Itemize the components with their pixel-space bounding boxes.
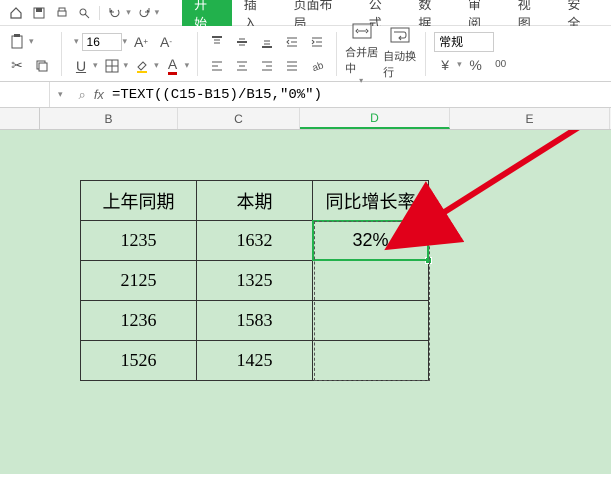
copy-icon[interactable] bbox=[31, 55, 53, 77]
selected-cell[interactable]: 32% bbox=[313, 221, 429, 261]
number-format-select[interactable] bbox=[434, 32, 494, 52]
cell[interactable] bbox=[313, 301, 429, 341]
align-center-icon[interactable] bbox=[231, 55, 253, 77]
select-all-corner[interactable] bbox=[0, 108, 40, 129]
underline-dropdown-icon[interactable]: ▾ bbox=[93, 60, 98, 71]
redo-icon[interactable] bbox=[134, 2, 154, 24]
wrap-icon bbox=[390, 27, 410, 48]
col-header-e[interactable]: E bbox=[450, 108, 610, 129]
border-dropdown-icon[interactable]: ▾ bbox=[124, 60, 129, 71]
cell[interactable] bbox=[313, 261, 429, 301]
ribbon-tabs: 开始 插入 页面布局 公式 数据 审阅 视图 安全 bbox=[162, 0, 605, 26]
header-cell[interactable]: 上年同期 bbox=[81, 181, 197, 221]
print-icon[interactable] bbox=[52, 2, 72, 24]
orientation-icon[interactable]: ab bbox=[306, 55, 328, 77]
separator bbox=[197, 32, 198, 76]
quick-access-toolbar: ▾ ▾ 开始 插入 页面布局 公式 数据 审阅 视图 安全 bbox=[0, 0, 611, 26]
separator bbox=[99, 6, 100, 20]
paste-dropdown-icon[interactable]: ▾ bbox=[29, 36, 34, 47]
header-cell[interactable]: 本期 bbox=[197, 181, 313, 221]
merge-dropdown-icon[interactable]: ▾ bbox=[359, 76, 363, 85]
decrease-indent-icon[interactable] bbox=[281, 31, 303, 53]
preview-icon[interactable] bbox=[75, 2, 95, 24]
table-row: 1235 1632 32% bbox=[81, 221, 429, 261]
cell[interactable]: 1526 bbox=[81, 341, 197, 381]
cell[interactable]: 1236 bbox=[81, 301, 197, 341]
wrap-text-button[interactable]: 自动换行 bbox=[383, 36, 417, 72]
ribbon: ▾ ✂ ▾ ▾ A+ A- U ▾ ▾ ▾ A ▾ bbox=[0, 26, 611, 82]
separator bbox=[425, 32, 426, 76]
cell[interactable]: 1325 bbox=[197, 261, 313, 301]
save-icon[interactable] bbox=[29, 2, 49, 24]
separator bbox=[336, 32, 337, 76]
name-box[interactable] bbox=[0, 82, 50, 107]
table-header-row: 上年同期 本期 同比增长率 bbox=[81, 181, 429, 221]
col-header-c[interactable]: C bbox=[178, 108, 300, 129]
magnify-icon[interactable]: ⌕ bbox=[79, 87, 86, 103]
data-table: 上年同期 本期 同比增长率 1235 1632 32% 2125 1325 12… bbox=[80, 180, 429, 381]
font-dropdown-icon[interactable]: ▾ bbox=[74, 36, 79, 47]
align-right-icon[interactable] bbox=[256, 55, 278, 77]
percent-icon[interactable]: % bbox=[465, 54, 487, 76]
namebox-dropdown-icon[interactable]: ▾ bbox=[58, 89, 63, 100]
underline-icon[interactable]: U bbox=[70, 55, 92, 77]
undo-dropdown-icon[interactable]: ▾ bbox=[126, 7, 131, 18]
currency-icon[interactable]: ¥ bbox=[434, 54, 456, 76]
merge-center-button[interactable]: 合并居中 ▾ bbox=[345, 36, 379, 72]
paste-icon[interactable] bbox=[6, 31, 28, 53]
undo-icon[interactable] bbox=[105, 2, 125, 24]
redo-dropdown-icon[interactable]: ▾ bbox=[155, 7, 160, 18]
currency-dropdown-icon[interactable]: ▾ bbox=[457, 59, 462, 70]
cell[interactable]: 1425 bbox=[197, 341, 313, 381]
font-size-input[interactable] bbox=[82, 33, 122, 51]
merge-label: 合并居中 bbox=[345, 44, 379, 76]
font-color-icon[interactable]: A bbox=[162, 55, 184, 77]
merge-icon bbox=[352, 23, 372, 44]
align-left-icon[interactable] bbox=[206, 55, 228, 77]
table-row: 1526 1425 bbox=[81, 341, 429, 381]
cut-icon[interactable]: ✂ bbox=[6, 55, 28, 77]
home-icon[interactable] bbox=[6, 2, 26, 24]
fillcolor-dropdown-icon[interactable]: ▾ bbox=[154, 60, 159, 71]
comma-style-icon[interactable]: 00 bbox=[490, 54, 512, 76]
increase-indent-icon[interactable] bbox=[306, 31, 328, 53]
decrease-font-icon[interactable]: A- bbox=[155, 31, 177, 53]
cell[interactable]: 1235 bbox=[81, 221, 197, 261]
justify-icon[interactable] bbox=[281, 55, 303, 77]
fx-label[interactable]: fx bbox=[94, 87, 104, 102]
fontsize-dropdown-icon[interactable]: ▾ bbox=[123, 36, 128, 47]
table-row: 2125 1325 bbox=[81, 261, 429, 301]
cell-value: 32% bbox=[352, 230, 388, 250]
formula-input[interactable] bbox=[112, 87, 492, 103]
cell[interactable]: 1583 bbox=[197, 301, 313, 341]
separator bbox=[61, 32, 62, 76]
sheet-area[interactable]: 上年同期 本期 同比增长率 1235 1632 32% 2125 1325 12… bbox=[0, 130, 611, 474]
align-top-icon[interactable] bbox=[206, 31, 228, 53]
cell[interactable]: 1632 bbox=[197, 221, 313, 261]
wrap-label: 自动换行 bbox=[383, 48, 417, 80]
increase-font-icon[interactable]: A+ bbox=[130, 31, 152, 53]
col-header-b[interactable]: B bbox=[40, 108, 178, 129]
align-middle-icon[interactable] bbox=[231, 31, 253, 53]
formula-bar: ▾ ⌕ fx bbox=[0, 82, 611, 108]
table-row: 1236 1583 bbox=[81, 301, 429, 341]
fontcolor-dropdown-icon[interactable]: ▾ bbox=[185, 60, 190, 71]
header-cell[interactable]: 同比增长率 bbox=[313, 181, 429, 221]
border-icon[interactable] bbox=[101, 55, 123, 77]
col-header-d[interactable]: D bbox=[300, 108, 450, 129]
column-headers: B C D E bbox=[0, 108, 611, 130]
cell[interactable]: 2125 bbox=[81, 261, 197, 301]
svg-text:ab: ab bbox=[311, 59, 324, 72]
align-bottom-icon[interactable] bbox=[256, 31, 278, 53]
cell[interactable] bbox=[313, 341, 429, 381]
fill-color-icon[interactable] bbox=[131, 55, 153, 77]
fill-handle[interactable] bbox=[425, 257, 432, 264]
